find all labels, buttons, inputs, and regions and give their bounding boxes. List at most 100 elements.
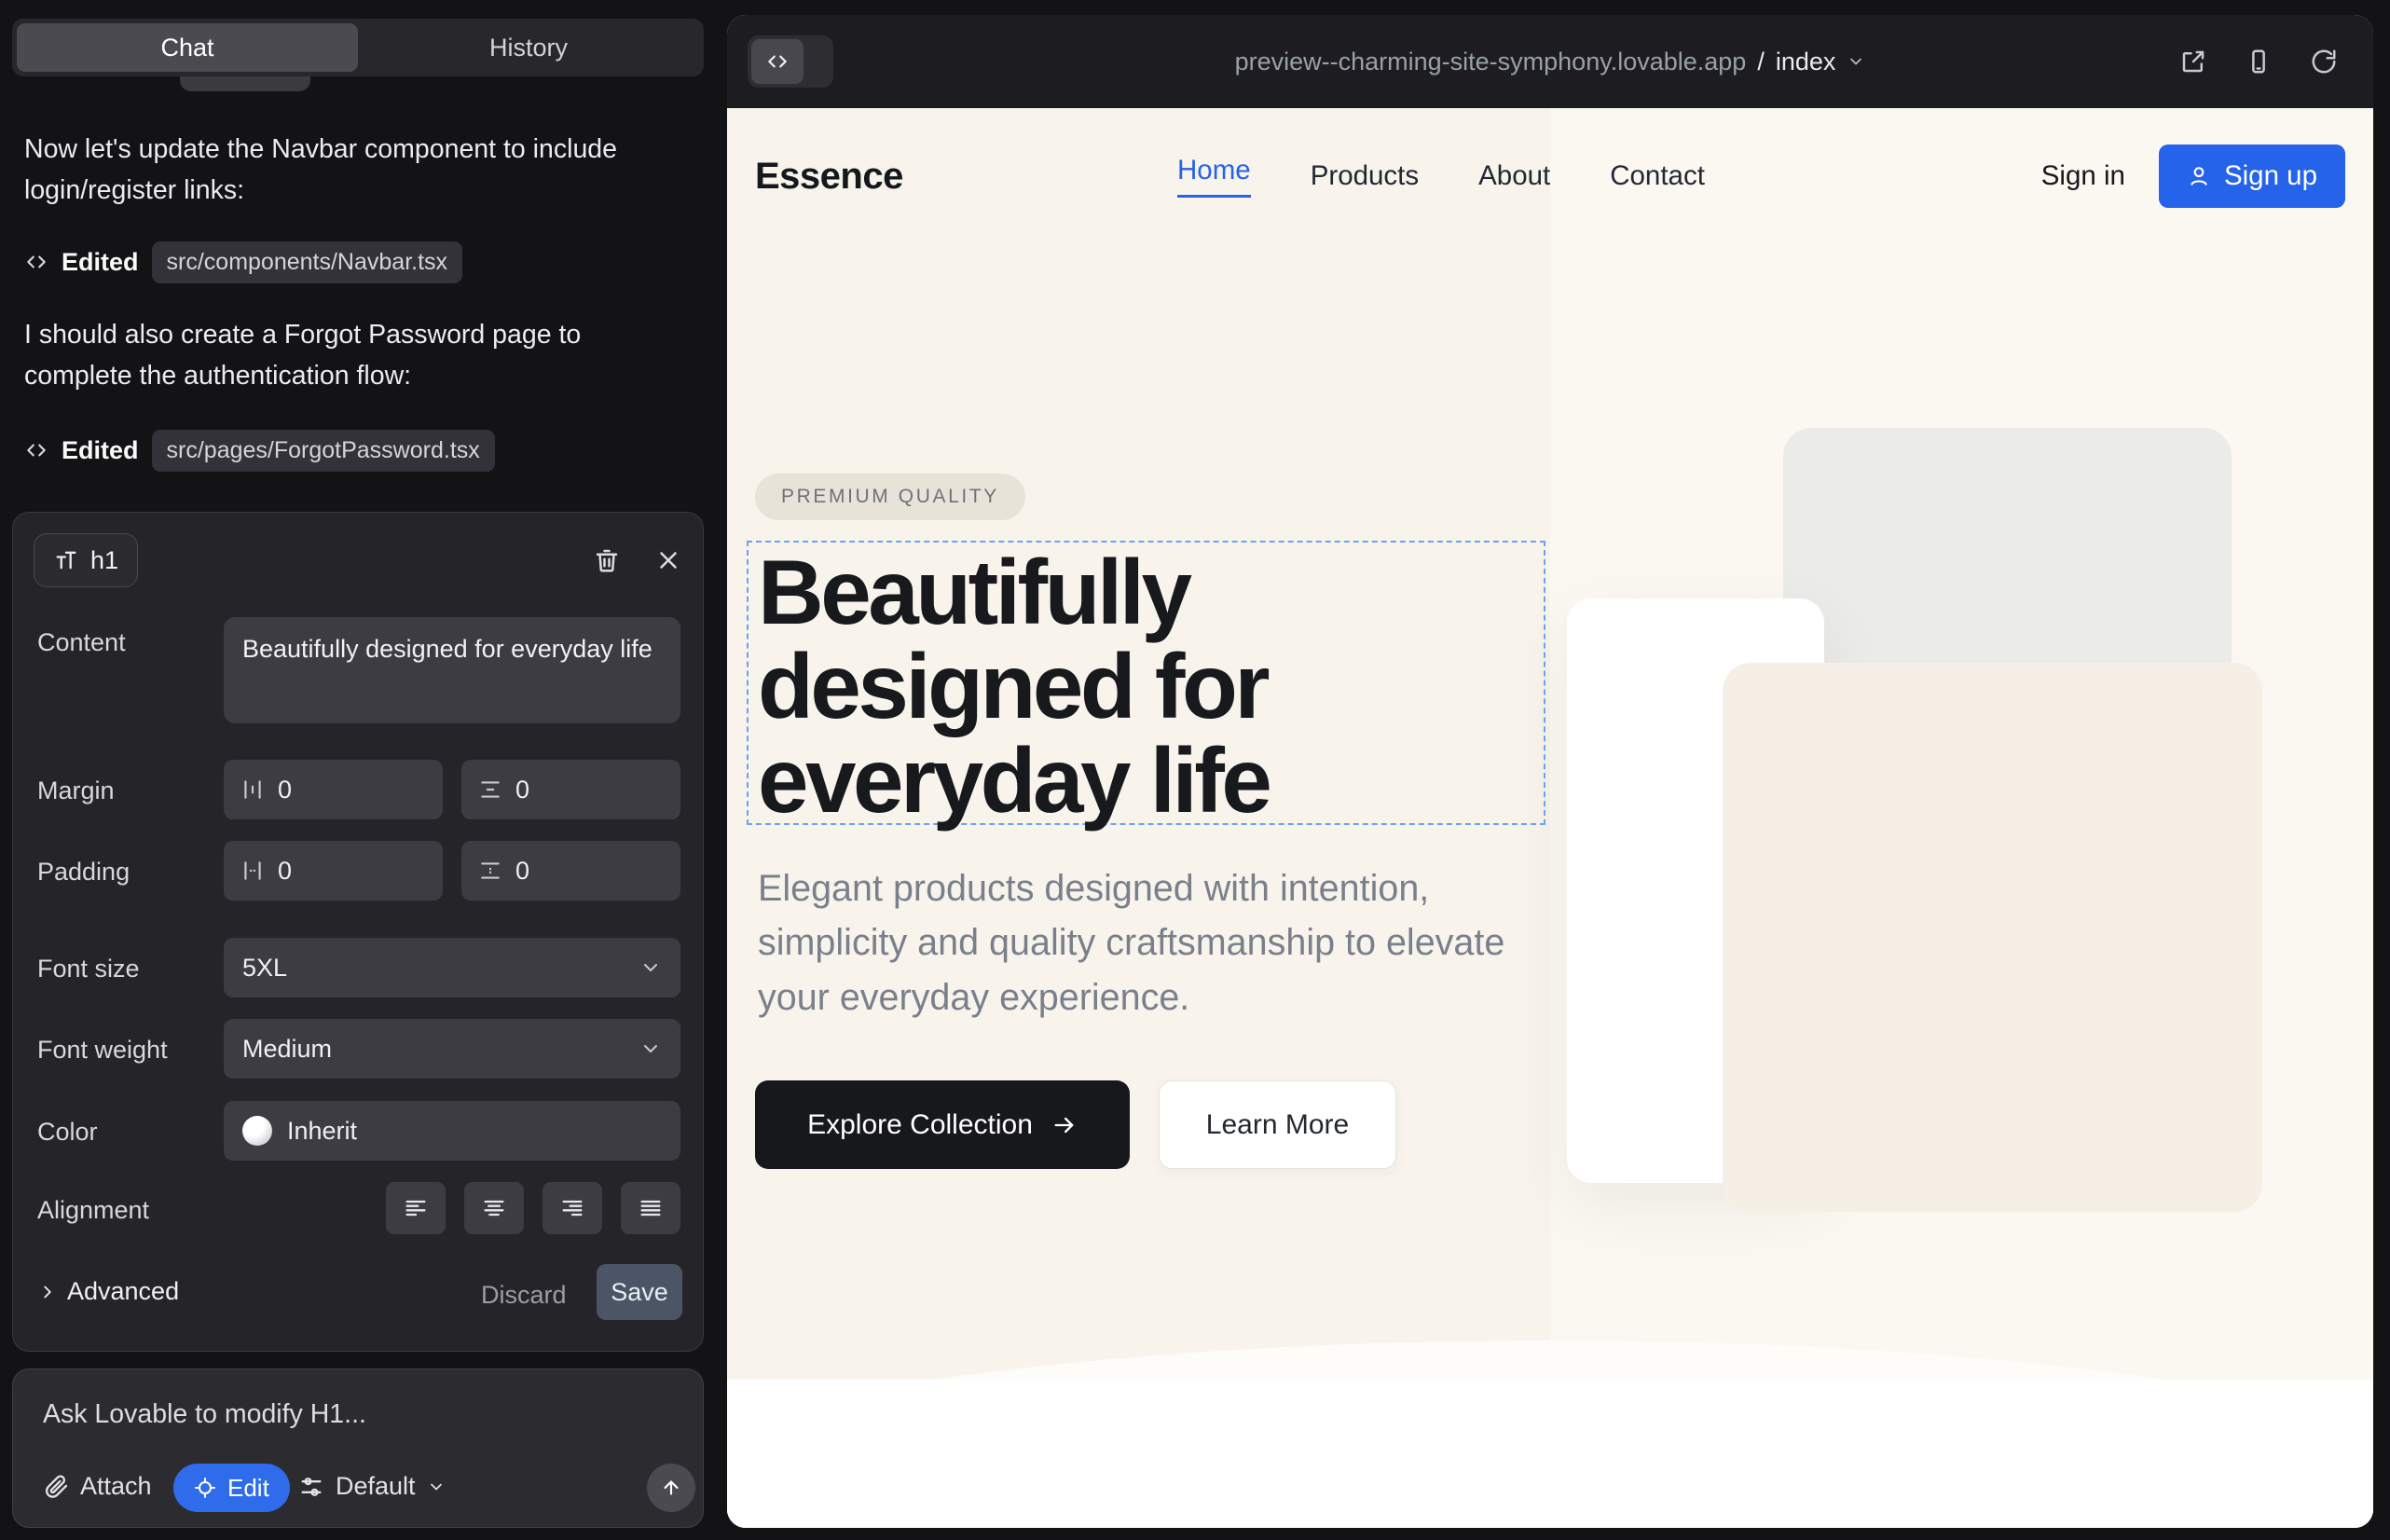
chevron-down-icon	[1847, 52, 1865, 71]
attach-button[interactable]: Attach	[43, 1472, 152, 1501]
font-weight-label: Font weight	[37, 1036, 168, 1065]
file-edit-row: Edited src/components/Navbar.tsx	[24, 241, 462, 283]
tab-history[interactable]: History	[358, 23, 699, 72]
align-center-button[interactable]	[464, 1182, 524, 1234]
default-label: Default	[336, 1472, 416, 1501]
edited-file-chip[interactable]: src/pages/ForgotPassword.tsx	[152, 430, 495, 472]
refresh-icon[interactable]	[2310, 48, 2338, 76]
cta-primary-label: Explore Collection	[807, 1109, 1033, 1141]
padding-y-input[interactable]	[515, 857, 571, 886]
padding-label: Padding	[37, 858, 130, 887]
preview-window: preview--charming-site-symphony.lovable.…	[727, 15, 2373, 1528]
color-value: Inherit	[287, 1117, 357, 1146]
close-editor-button[interactable]	[654, 546, 682, 574]
send-button[interactable]	[647, 1464, 695, 1512]
editor-header-actions	[593, 546, 682, 574]
text-type-icon	[53, 547, 79, 573]
chevron-down-icon	[427, 1478, 446, 1496]
padding-horizontal-icon	[240, 859, 265, 883]
preview-url-bar[interactable]: preview--charming-site-symphony.lovable.…	[727, 15, 2373, 108]
padding-x-field[interactable]	[224, 841, 443, 901]
edited-file-chip[interactable]: src/components/Navbar.tsx	[152, 241, 463, 283]
assistant-message: I should also create a Forgot Password p…	[24, 314, 677, 397]
edit-mode-button[interactable]: Edit	[173, 1464, 290, 1512]
margin-x-field[interactable]	[224, 760, 443, 819]
chevron-right-icon	[37, 1282, 58, 1302]
paperclip-icon	[43, 1474, 69, 1500]
sign-in-link[interactable]: Sign in	[2041, 160, 2125, 192]
assistant-message: Now let's update the Navbar component to…	[24, 129, 677, 212]
preview-actions	[2179, 15, 2338, 108]
site-logo[interactable]: Essence	[755, 156, 903, 198]
site-navbar: Essence Home Products About Contact Sign…	[727, 108, 2373, 244]
composer-input[interactable]	[43, 1399, 658, 1430]
file-edit-row: Edited src/pages/ForgotPassword.tsx	[24, 429, 495, 472]
font-size-select[interactable]: 5XL	[224, 938, 680, 997]
align-right-button[interactable]	[543, 1182, 602, 1234]
nav-link-about[interactable]: About	[1478, 160, 1550, 192]
advanced-expander[interactable]: Advanced	[37, 1277, 179, 1306]
open-external-icon[interactable]	[2179, 48, 2207, 76]
url-host: preview--charming-site-symphony.lovable.…	[1235, 48, 1747, 76]
chevron-down-icon	[639, 1038, 662, 1060]
code-icon	[24, 250, 48, 274]
color-label: Color	[37, 1118, 98, 1147]
padding-x-input[interactable]	[278, 857, 334, 886]
margin-vertical-icon	[478, 777, 502, 802]
user-icon	[2187, 164, 2211, 188]
default-mode-button[interactable]: Default	[298, 1472, 446, 1501]
save-button[interactable]: Save	[597, 1264, 682, 1320]
align-left-button[interactable]	[386, 1182, 446, 1234]
panel-tabs: Chat History	[12, 19, 704, 76]
hero-section: PREMIUM QUALITY Beautifully designed for…	[727, 108, 2373, 1528]
edit-label: Edit	[227, 1474, 269, 1503]
tab-chat[interactable]: Chat	[17, 23, 358, 72]
mobile-view-icon[interactable]	[2245, 48, 2273, 76]
edited-label: Edited	[62, 248, 139, 277]
hero-heading-line: everyday life	[758, 734, 1269, 828]
url-separator: /	[1757, 48, 1765, 76]
hero-paragraph: Elegant products designed with intention…	[758, 861, 1513, 1024]
margin-label: Margin	[37, 777, 115, 805]
arrow-right-icon	[1051, 1112, 1078, 1138]
hero-heading[interactable]: Beautifully designed for everyday life	[758, 545, 1269, 828]
padding-vertical-icon	[478, 859, 502, 883]
nav-link-home[interactable]: Home	[1177, 155, 1251, 198]
explore-collection-button[interactable]: Explore Collection	[755, 1080, 1130, 1169]
site-auth-actions: Sign in Sign up	[2041, 144, 2345, 208]
font-size-value: 5XL	[242, 954, 287, 983]
premium-quality-badge: PREMIUM QUALITY	[755, 474, 1025, 520]
content-input[interactable]: Beautifully designed for everyday life	[224, 617, 680, 723]
hero-heading-line: designed for	[758, 639, 1269, 734]
content-label: Content	[37, 628, 126, 657]
advanced-label: Advanced	[67, 1277, 179, 1306]
margin-y-input[interactable]	[515, 776, 571, 804]
scrolled-chip	[180, 76, 310, 91]
learn-more-button[interactable]: Learn More	[1159, 1080, 1396, 1169]
discard-button[interactable]: Discard	[481, 1281, 567, 1310]
sign-up-label: Sign up	[2224, 160, 2317, 192]
code-icon	[24, 438, 48, 462]
editor-header: h1	[34, 533, 682, 587]
hero-heading-line: Beautifully	[758, 545, 1269, 639]
nav-link-products[interactable]: Products	[1311, 160, 1419, 192]
url-page: index	[1776, 48, 1836, 76]
font-weight-value: Medium	[242, 1035, 332, 1064]
sign-up-button[interactable]: Sign up	[2159, 144, 2345, 208]
nav-link-contact[interactable]: Contact	[1610, 160, 1705, 192]
align-justify-button[interactable]	[621, 1182, 680, 1234]
chevron-down-icon	[639, 956, 662, 979]
element-editor-panel: h1 Content Beautifully designed for ever…	[12, 512, 704, 1352]
margin-x-input[interactable]	[278, 776, 334, 804]
delete-element-button[interactable]	[593, 546, 621, 574]
padding-y-field[interactable]	[461, 841, 680, 901]
chat-composer: Attach Edit Default	[12, 1368, 704, 1528]
sliders-icon	[298, 1474, 324, 1500]
font-weight-select[interactable]: Medium	[224, 1019, 680, 1079]
crosshair-icon	[194, 1477, 216, 1499]
color-select[interactable]: Inherit	[224, 1101, 680, 1161]
site-canvas: Essence Home Products About Contact Sign…	[727, 108, 2373, 1528]
margin-y-field[interactable]	[461, 760, 680, 819]
font-size-label: Font size	[37, 955, 140, 983]
alignment-label: Alignment	[37, 1196, 149, 1225]
